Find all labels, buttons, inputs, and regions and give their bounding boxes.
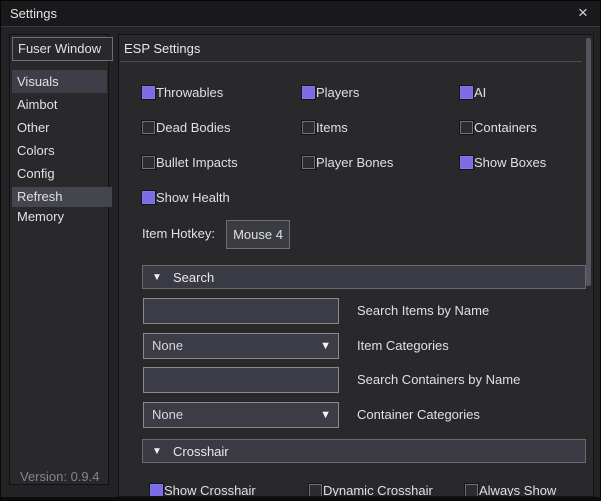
checkbox-label: Items [316, 120, 348, 135]
dropdown-arrow-icon[interactable]: ▼ [320, 334, 331, 358]
checkbox-always-show[interactable]: Always Show [465, 483, 556, 497]
checkbox-show-boxes[interactable]: Show Boxes [460, 155, 546, 169]
checkbox-players[interactable]: Players [302, 85, 359, 99]
settings-window: Settings × Fuser Window Visuals Aimbot O… [0, 0, 601, 501]
checkbox-box[interactable] [460, 156, 473, 169]
checkbox-label: Show Boxes [474, 155, 546, 170]
checkbox-label: Players [316, 85, 359, 100]
checkbox-label: Always Show [479, 483, 556, 498]
dropdown-value: None [152, 334, 183, 358]
checkbox-box[interactable] [142, 121, 155, 134]
item-hotkey-label: Item Hotkey: [142, 220, 215, 248]
esp-settings-panel: ESP Settings Throwables Players AI Dead … [118, 34, 594, 497]
item-hotkey-button[interactable]: Mouse 4 [226, 220, 290, 249]
sidebar-item-colors[interactable]: Colors [12, 139, 107, 162]
checkbox-box[interactable] [302, 121, 315, 134]
checkbox-box[interactable] [302, 86, 315, 99]
esp-settings-header: ESP Settings [124, 41, 200, 56]
checkbox-show-crosshair[interactable]: Show Crosshair [150, 483, 256, 497]
container-categories-label: Container Categories [357, 402, 480, 428]
checkbox-box[interactable] [142, 191, 155, 204]
checkbox-dead-bodies[interactable]: Dead Bodies [142, 120, 230, 134]
checkbox-box[interactable] [460, 86, 473, 99]
search-items-label: Search Items by Name [357, 298, 489, 324]
checkbox-bullet-impacts[interactable]: Bullet Impacts [142, 155, 238, 169]
collapse-arrow-icon[interactable]: ▼ [152, 440, 162, 464]
checkbox-label: Show Crosshair [164, 483, 256, 498]
checkbox-items[interactable]: Items [302, 120, 348, 134]
sidebar: Fuser Window Visuals Aimbot Other Colors… [9, 34, 109, 485]
vertical-scrollbar[interactable] [586, 38, 591, 286]
checkbox-label: Show Health [156, 190, 230, 205]
checkbox-box[interactable] [465, 484, 478, 497]
sidebar-item-config[interactable]: Config [12, 162, 107, 185]
checkbox-box[interactable] [460, 121, 473, 134]
header-separator [120, 61, 582, 62]
refresh-memory-button[interactable]: Refresh Memory [12, 187, 112, 207]
titlebar[interactable]: Settings × [1, 1, 600, 27]
checkbox-box[interactable] [142, 156, 155, 169]
dropdown-arrow-icon[interactable]: ▼ [320, 403, 331, 427]
sidebar-nav: Visuals Aimbot Other Colors Config [12, 70, 107, 185]
checkbox-containers[interactable]: Containers [460, 120, 537, 134]
sidebar-item-other[interactable]: Other [12, 116, 107, 139]
search-items-input[interactable] [143, 298, 339, 324]
collapse-arrow-icon[interactable]: ▼ [152, 266, 162, 290]
checkbox-label: Dynamic Crosshair [323, 483, 433, 498]
checkbox-dynamic-crosshair[interactable]: Dynamic Crosshair [309, 483, 433, 497]
item-categories-label: Item Categories [357, 333, 449, 359]
checkbox-box[interactable] [142, 86, 155, 99]
version-label: Version: 0.9.4 [20, 469, 100, 484]
dropdown-value: None [152, 403, 183, 427]
sidebar-item-aimbot[interactable]: Aimbot [12, 93, 107, 116]
checkbox-box[interactable] [150, 484, 163, 497]
checkbox-label: AI [474, 85, 486, 100]
search-section-header[interactable]: ▼ Search [142, 265, 586, 289]
checkbox-throwables[interactable]: Throwables [142, 85, 223, 99]
checkbox-label: Player Bones [316, 155, 393, 170]
checkbox-label: Dead Bodies [156, 120, 230, 135]
checkbox-box[interactable] [302, 156, 315, 169]
item-categories-dropdown[interactable]: None ▼ [143, 333, 339, 359]
checkbox-player-bones[interactable]: Player Bones [302, 155, 393, 169]
search-containers-label: Search Containers by Name [357, 367, 520, 393]
window-title: Settings [10, 6, 57, 21]
window-bottom-border [1, 497, 600, 501]
checkbox-ai[interactable]: AI [460, 85, 486, 99]
checkbox-box[interactable] [309, 484, 322, 497]
checkbox-label: Containers [474, 120, 537, 135]
fuser-window-button[interactable]: Fuser Window [12, 37, 113, 61]
checkbox-label: Throwables [156, 85, 223, 100]
checkbox-label: Bullet Impacts [156, 155, 238, 170]
crosshair-section-title: Crosshair [173, 440, 229, 464]
search-section-title: Search [173, 266, 214, 290]
container-categories-dropdown[interactable]: None ▼ [143, 402, 339, 428]
sidebar-item-visuals[interactable]: Visuals [12, 70, 107, 93]
crosshair-section-header[interactable]: ▼ Crosshair [142, 439, 586, 463]
search-containers-input[interactable] [143, 367, 339, 393]
close-icon[interactable]: × [572, 2, 594, 24]
checkbox-show-health[interactable]: Show Health [142, 190, 230, 204]
